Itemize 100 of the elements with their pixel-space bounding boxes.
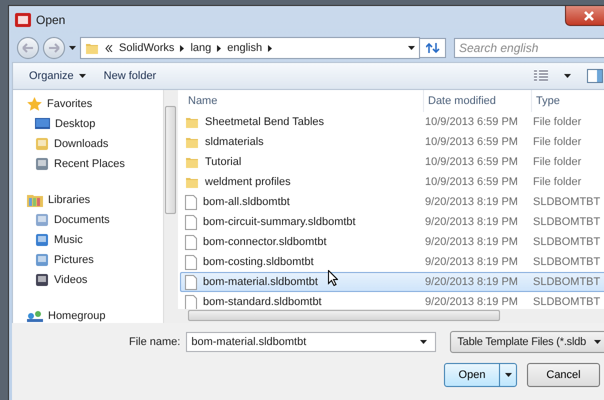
file-type: File folder [533,136,582,148]
file-type: SLDBOMTBT [533,216,602,228]
file-type: SLDBOMTBT [533,276,602,288]
window-title: Open [36,13,66,27]
new-folder-button[interactable]: New folder [104,70,156,82]
date-modified: 10/9/2013 6:59 PM [425,116,519,128]
date-modified: 9/20/2013 8:19 PM [425,256,519,268]
nav-item[interactable]: Music [27,230,163,250]
date-modified: 10/9/2013 6:59 PM [425,156,519,168]
close-icon [583,10,595,20]
breadcrumb[interactable]: english [227,42,262,54]
file-type: File folder [533,156,582,168]
caret-icon [504,373,512,377]
nav-item[interactable]: Videos [27,270,163,290]
file-name: bom-standard.sldbomtbt [203,296,322,308]
back-button[interactable] [17,37,39,59]
dropdown-caret-icon [408,46,415,50]
nav-item[interactable]: Pictures [27,250,163,270]
file-name: bom-connector.sldbomtbt [203,236,327,248]
homegroup-icon [27,310,43,322]
nav-group[interactable]: Favorites [27,94,163,114]
file-type-dropdown[interactable]: Table Template Files (*.sldb [450,331,604,353]
date-modified: 10/9/2013 6:59 PM [425,176,519,188]
file-row[interactable]: Tutorial 10/9/2013 6:59 PM File folder [180,152,604,172]
close-button[interactable] [565,6,604,26]
file-name: Tutorial [205,156,242,168]
search-field[interactable]: Search english [454,38,604,58]
file-row[interactable]: sldmaterials 10/9/2013 6:59 PM File folder [180,132,604,152]
right-arrow-icon [48,43,60,53]
file-row[interactable]: bom-standard.sldbomtbt 9/20/2013 8:19 PM SLDBOMTBT [180,292,604,312]
chevron-icon [268,44,272,52]
file-row[interactable]: bom-costing.sldbomtbt 9/20/2013 8:19 PM SLDBOMTBT [180,252,604,272]
file-type: SLDBOMTBT [533,296,602,308]
vertical-scrollbar[interactable] [163,90,178,323]
file-type: File folder [533,176,582,188]
column-header[interactable]: Date modified [424,90,532,112]
view-caret-icon [564,74,572,78]
nav-group[interactable]: Libraries [27,190,163,210]
date-modified: 9/20/2013 8:19 PM [425,196,519,208]
nav-item[interactable]: Documents [27,210,163,230]
file-name: Sheetmetal Bend Tables [205,116,324,128]
history-caret-icon [69,46,76,50]
file-icon [185,294,197,310]
view-list-icon[interactable] [534,70,548,82]
date-modified: 9/20/2013 8:19 PM [425,236,519,248]
column-header[interactable]: Name [184,90,424,112]
file-name: weldment profiles [205,176,291,188]
nav-item[interactable]: Desktop [27,114,163,134]
library-icon [27,193,43,207]
nav-item[interactable]: Downloads [27,134,163,154]
date-modified: 9/20/2013 8:19 PM [425,276,519,288]
column-header[interactable]: Type [532,90,604,112]
date-modified: 9/20/2013 8:19 PM [425,296,519,308]
file-row[interactable]: bom-all.sldbomtbt 9/20/2013 8:19 PM SLDBOMTBT [180,192,604,212]
file-row[interactable]: bom-material.sldbomtbt 9/20/2013 8:19 PM SLDBOMTBT [180,272,604,292]
app-logo-icon [15,13,31,27]
file-row[interactable]: Sheetmetal Bend Tables 10/9/2013 6:59 PM File folder [180,112,604,132]
file-row[interactable]: bom-connector.sldbomtbt 9/20/2013 8:19 PM SLDBOMTBT [180,232,604,252]
nav-group[interactable]: Homegroup [27,306,163,323]
folder-icon [85,41,99,55]
folder-icon [185,115,199,129]
chevron-icon [217,44,222,52]
file-name: bom-costing.sldbomtbt [203,256,314,268]
forward-button[interactable] [43,37,65,59]
dropdown-caret-icon [420,340,428,344]
refresh-button[interactable] [420,38,446,58]
file-name-field[interactable]: bom-material.sldbomtbt [186,332,436,352]
address-bar[interactable]: SolidWorks lang english [80,37,420,59]
dropdown-caret-icon [594,340,602,344]
date-modified: 9/20/2013 8:19 PM [425,216,519,228]
star-icon [27,96,42,112]
file-name: bom-material.sldbomtbt [203,276,318,288]
file-row[interactable]: weldment profiles 10/9/2013 6:59 PM File folder [180,172,604,192]
date-modified: 10/9/2013 6:59 PM [425,136,519,148]
open-button[interactable]: Open [444,363,517,387]
folder-icon [185,135,199,149]
file-name-label: File name: [129,336,180,348]
file-icon [185,214,197,230]
breadcrumb[interactable]: SolidWorks [119,42,174,54]
file-icon [185,194,197,210]
file-name: bom-all.sldbomtbt [203,196,290,208]
file-name: sldmaterials [205,136,264,148]
file-type: SLDBOMTBT [533,196,602,208]
file-icon [185,254,197,270]
mouse-pointer-icon [328,270,338,286]
file-type: SLDBOMTBT [533,236,602,248]
nav-item[interactable]: Recent Places [27,154,163,174]
file-name: bom-circuit-summary.sldbomtbt [203,216,356,228]
folder-icon [185,175,199,189]
chevron-icon [180,44,184,52]
file-row[interactable]: bom-circuit-summary.sldbomtbt 9/20/2013 8:19 PM SLDBOMTBT [180,212,604,232]
organize-button[interactable]: Organize [29,70,86,82]
cancel-button[interactable]: Cancel [527,363,600,387]
folder-icon [185,155,199,169]
file-type: File folder [533,116,582,128]
overflow-chevron-icon [105,44,113,52]
preview-pane-icon[interactable] [587,69,604,83]
breadcrumb[interactable]: lang [190,42,212,54]
left-arrow-icon [22,43,34,53]
horizontal-scrollbar[interactable] [178,309,604,323]
